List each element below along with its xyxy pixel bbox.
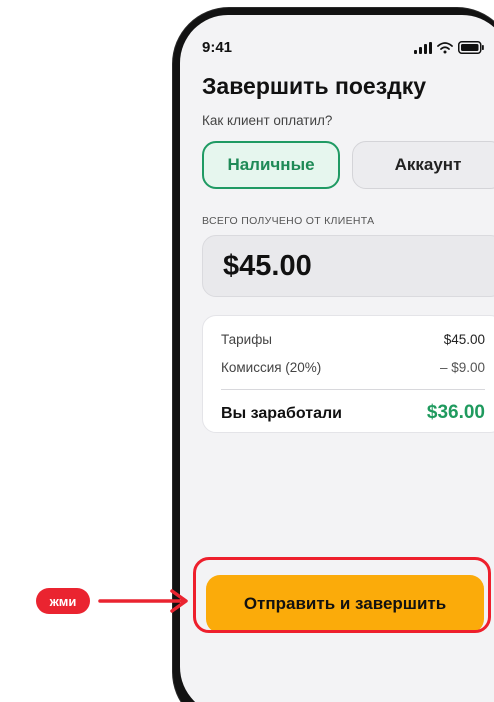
payment-question: Как клиент оплатил? xyxy=(202,113,333,128)
payment-option-account[interactable]: Аккаунт xyxy=(352,141,494,189)
payment-option-cash[interactable]: Наличные xyxy=(202,141,340,189)
summary-divider xyxy=(221,389,485,390)
status-time: 9:41 xyxy=(202,39,233,56)
commission-label: Комиссия (20%) xyxy=(221,360,322,375)
earned-value: $36.00 xyxy=(426,402,485,423)
phone-frame: 9:41 Завершить поездку Как клиент оплати… xyxy=(173,8,494,702)
received-amount-field[interactable]: $45.00 xyxy=(202,235,494,297)
fare-value: $45.00 xyxy=(443,332,485,347)
phone-screen: 9:41 Завершить поездку Как клиент оплати… xyxy=(180,15,494,702)
battery-icon xyxy=(458,41,484,54)
page-title: Завершить поездку xyxy=(202,73,427,99)
status-bar: 9:41 xyxy=(202,39,494,59)
commission-value: – $9.00 xyxy=(439,360,485,375)
stage: 9:41 Завершить поездку Как клиент оплати… xyxy=(0,0,494,702)
arrow-right-icon xyxy=(98,589,188,613)
payment-option-account-label: Аккаунт xyxy=(394,155,462,174)
payment-option-cash-label: Наличные xyxy=(227,155,315,174)
earned-label: Вы заработали xyxy=(221,405,342,422)
summary-row-commission: Комиссия (20%) – $9.00 xyxy=(221,360,485,375)
earnings-summary-card: Тарифы $45.00 Комиссия (20%) – $9.00 Вы … xyxy=(202,315,494,433)
summary-row-earned: Вы заработали $36.00 xyxy=(221,402,485,424)
signal-icon xyxy=(414,41,432,54)
hint-badge: жми xyxy=(36,588,90,614)
summary-row-fare: Тарифы $45.00 xyxy=(221,332,485,347)
submit-and-finish-button[interactable]: Отправить и завершить xyxy=(206,575,484,633)
status-icons xyxy=(414,41,484,54)
wifi-icon xyxy=(437,41,453,53)
received-amount-value: $45.00 xyxy=(223,249,312,282)
received-label: ВСЕГО ПОЛУЧЕНО ОТ КЛИЕНТА xyxy=(202,215,375,227)
fare-label: Тарифы xyxy=(221,332,273,347)
